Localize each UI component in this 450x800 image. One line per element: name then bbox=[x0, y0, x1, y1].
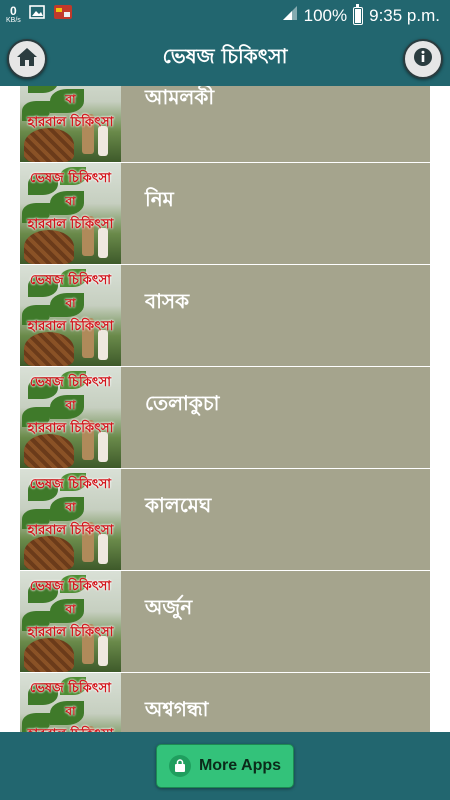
image-icon bbox=[28, 5, 45, 24]
more-apps-label: More Apps bbox=[198, 757, 282, 774]
thumbnail-title-line1: ভেষজ চিকিৎসা bbox=[29, 171, 112, 186]
list-item[interactable]: ভেষজ চিকিৎসা বা হারবাল চিকিৎসা অর্জুন bbox=[20, 571, 430, 673]
thumbnail-title-line1: ভেষজ চিকিৎসা bbox=[29, 579, 112, 594]
list-item[interactable]: ভেষজ চিকিৎসা বা হারবাল চিকিৎসা বাসক bbox=[20, 265, 430, 367]
clock: 9:35 p.m. bbox=[369, 5, 440, 25]
status-left: 0 KB/s bbox=[6, 3, 73, 26]
info-button[interactable] bbox=[403, 39, 443, 79]
list-item-label: বাসক bbox=[145, 289, 190, 313]
list-item[interactable]: ভেষজ চিকিৎসা বা হারবাল চিকিৎসা অশ্বগন্ধা bbox=[20, 673, 430, 732]
thumbnail-title-line1: ভেষজ চিকিৎসা bbox=[29, 375, 112, 390]
list-item-label: নিম bbox=[145, 187, 174, 211]
thumbnail-title-line3: হারবাল চিকিৎসা bbox=[27, 625, 114, 640]
battery-percentage: 100% bbox=[303, 5, 348, 25]
thumbnail-title-line2: বা bbox=[65, 500, 76, 514]
herb-list-inner: ভেষজ চিকিৎসা বা হারবাল চিকিৎসা আমলকী ভেষ… bbox=[20, 86, 430, 732]
battery-icon bbox=[353, 3, 364, 25]
herbal-thumbnail: ভেষজ চিকিৎসা বা হারবাল চিকিৎসা bbox=[20, 265, 121, 366]
list-item-label: অর্জুন bbox=[145, 595, 193, 619]
thumbnail-title-line3: হারবাল চিকিৎসা bbox=[27, 523, 114, 538]
app-bar: ভেষজ চিকিৎসা bbox=[0, 30, 450, 86]
herbal-thumbnail: ভেষজ চিকিৎসা বা হারবাল চিকিৎসা bbox=[20, 571, 121, 672]
herb-list[interactable]: ভেষজ চিকিৎসা বা হারবাল চিকিৎসা আমলকী ভেষ… bbox=[20, 86, 430, 732]
status-right: 100% 9:35 p.m. bbox=[282, 3, 440, 26]
thumbnail-title-line2: বা bbox=[65, 92, 76, 106]
list-item-label: আমলকী bbox=[145, 86, 215, 109]
thumbnail-title-line1: ভেষজ চিকিৎসা bbox=[20, 86, 121, 88]
thumbnail-title-line2: বা bbox=[65, 704, 76, 718]
herbal-thumbnail: ভেষজ চিকিৎসা বা হারবাল চিকিৎসা bbox=[20, 367, 121, 468]
herbal-thumbnail: ভেষজ চিকিৎসা বা হারবাল চিকিৎসা bbox=[20, 163, 121, 264]
data-speed-indicator: 0 KB/s bbox=[6, 5, 21, 24]
herbal-thumbnail: ভেষজ চিকিৎসা বা হারবাল চিকিৎসা bbox=[20, 469, 121, 570]
thumbnail-title-line1: ভেষজ চিকিৎসা bbox=[29, 273, 112, 288]
data-speed-unit: KB/s bbox=[6, 17, 21, 24]
list-item[interactable]: ভেষজ চিকিৎসা বা হারবাল চিকিৎসা কালমেঘ bbox=[20, 469, 430, 571]
signal-icon bbox=[282, 5, 298, 26]
data-speed-value: 0 bbox=[10, 4, 17, 18]
shopping-bag-icon bbox=[168, 755, 191, 777]
info-icon bbox=[413, 47, 433, 71]
list-item[interactable]: ভেষজ চিকিৎসা বা হারবাল চিকিৎসা নিম bbox=[20, 163, 430, 265]
media-app-icon bbox=[53, 3, 73, 26]
thumbnail-title-line2: বা bbox=[65, 602, 76, 616]
status-bar: 0 KB/s 100% 9:35 p.m. bbox=[0, 0, 450, 30]
home-button[interactable] bbox=[7, 39, 47, 79]
list-item-label: তেলাকুচা bbox=[145, 391, 220, 415]
thumbnail-title-line3: হারবাল চিকিৎসা bbox=[20, 725, 121, 732]
thumbnail-title-line2: বা bbox=[65, 296, 76, 310]
list-item[interactable]: ভেষজ চিকিৎসা বা হারবাল চিকিৎসা তেলাকুচা bbox=[20, 367, 430, 469]
thumbnail-title-line1: ভেষজ চিকিৎসা bbox=[29, 681, 112, 696]
thumbnail-title-line3: হারবাল চিকিৎসা bbox=[27, 319, 114, 334]
thumbnail-title-line3: হারবাল চিকিৎসা bbox=[27, 421, 114, 436]
list-item-label: অশ্বগন্ধা bbox=[145, 697, 209, 721]
thumbnail-title-line3: হারবাল চিকিৎসা bbox=[27, 217, 114, 232]
thumbnail-title-line2: বা bbox=[65, 194, 76, 208]
bottom-bar: More Apps bbox=[0, 732, 450, 800]
thumbnail-title-line1: ভেষজ চিকিৎসা bbox=[29, 477, 112, 492]
thumbnail-title-line3: হারবাল চিকিৎসা bbox=[27, 115, 114, 130]
home-icon bbox=[16, 47, 38, 71]
more-apps-button[interactable]: More Apps bbox=[156, 744, 294, 788]
page-title: ভেষজ চিকিৎসা bbox=[162, 43, 288, 68]
thumbnail-title-line2: বা bbox=[65, 398, 76, 412]
herbal-thumbnail: ভেষজ চিকিৎসা বা হারবাল চিকিৎসা bbox=[20, 86, 121, 162]
list-item[interactable]: ভেষজ চিকিৎসা বা হারবাল চিকিৎসা আমলকী bbox=[20, 86, 430, 163]
herbal-thumbnail: ভেষজ চিকিৎসা বা হারবাল চিকিৎসা bbox=[20, 673, 121, 732]
list-item-label: কালমেঘ bbox=[145, 493, 212, 517]
